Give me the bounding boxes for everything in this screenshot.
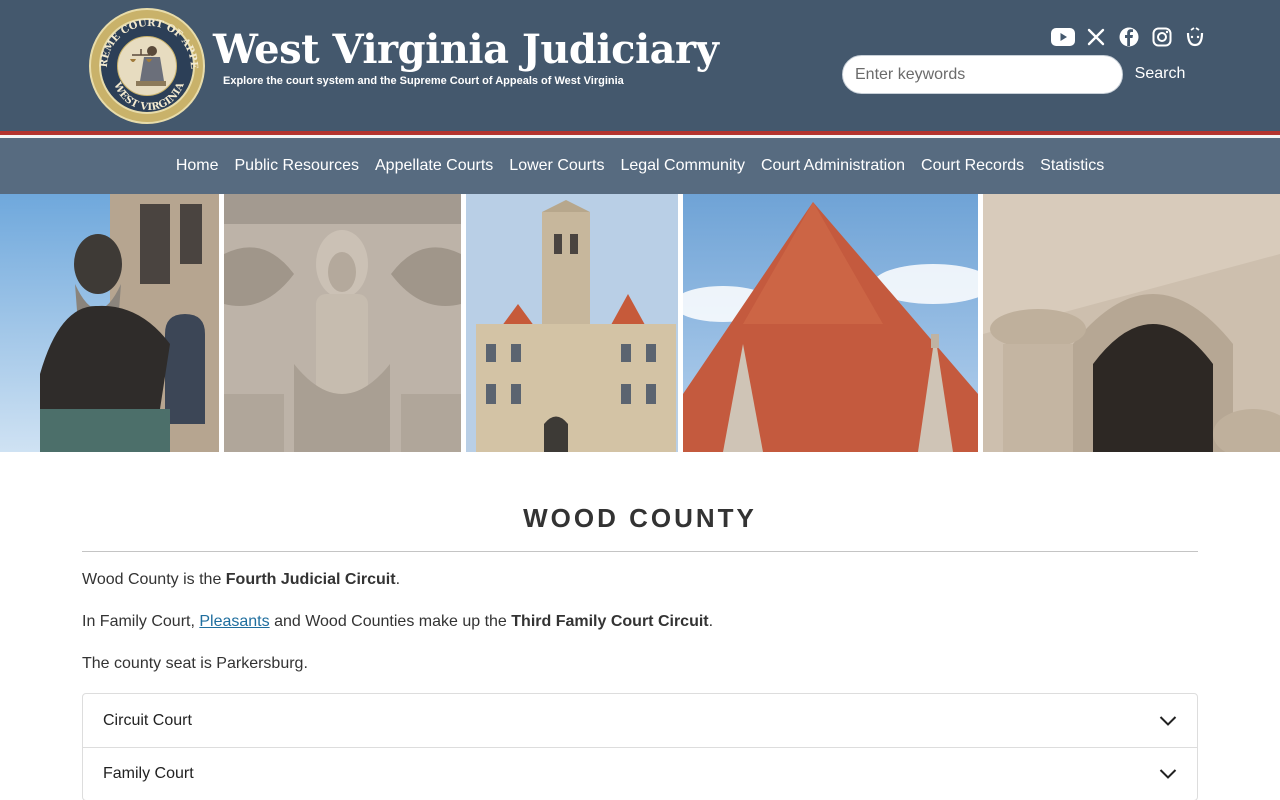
accordion-item-circuit-court[interactable]: Circuit Court bbox=[83, 694, 1197, 747]
svg-text:SUPREME COURT OF APPEALS: SUPREME COURT OF APPEALS bbox=[91, 10, 199, 70]
nav-item-court-records[interactable]: Court Records bbox=[921, 157, 1024, 175]
nav-item-appellate-courts[interactable]: Appellate Courts bbox=[375, 157, 493, 175]
title-divider bbox=[82, 551, 1198, 552]
banner-photo-roof bbox=[683, 194, 978, 452]
svg-text:WEST VIRGINIA: WEST VIRGINIA bbox=[111, 80, 187, 113]
instagram-icon[interactable] bbox=[1150, 26, 1174, 48]
social-links bbox=[1051, 26, 1207, 48]
banner-photo-courthouse bbox=[466, 194, 678, 452]
chevron-down-icon bbox=[1159, 715, 1177, 726]
nav-item-home[interactable]: Home bbox=[176, 157, 219, 175]
threads-icon[interactable] bbox=[1183, 26, 1207, 48]
facebook-icon[interactable] bbox=[1117, 26, 1141, 48]
nav-item-lower-courts[interactable]: Lower Courts bbox=[509, 157, 604, 175]
search-button[interactable]: Search bbox=[1128, 58, 1192, 90]
court-accordion: Circuit Court Family Court bbox=[82, 693, 1198, 800]
pleasants-county-link[interactable]: Pleasants bbox=[199, 613, 269, 630]
site-title[interactable]: West Virginia Judiciary bbox=[213, 26, 719, 73]
nav-item-legal-community[interactable]: Legal Community bbox=[620, 157, 745, 175]
supreme-court-seal-logo[interactable]: SUPREME COURT OF APPEALS WEST VIRGINIA bbox=[89, 8, 205, 124]
county-seat-paragraph: The county seat is Parkersburg. bbox=[82, 655, 308, 672]
chevron-down-icon bbox=[1159, 769, 1177, 779]
family-circuit-name: Third Family Court Circuit bbox=[511, 613, 709, 630]
search-input[interactable] bbox=[842, 55, 1123, 94]
banner-photo-bust bbox=[0, 194, 219, 452]
main-nav: Home Public Resources Appellate Courts L… bbox=[0, 138, 1280, 194]
nav-item-statistics[interactable]: Statistics bbox=[1040, 157, 1104, 175]
circuit-paragraph: Wood County is the Fourth Judicial Circu… bbox=[82, 571, 401, 588]
nav-item-public-resources[interactable]: Public Resources bbox=[235, 157, 360, 175]
x-icon[interactable] bbox=[1084, 26, 1108, 48]
seal-lettering: SUPREME COURT OF APPEALS WEST VIRGINIA bbox=[91, 10, 199, 113]
banner-photo-arch bbox=[983, 194, 1280, 452]
banner-photo-carving bbox=[224, 194, 461, 452]
page-title: WOOD COUNTY bbox=[523, 503, 757, 533]
site-header: SUPREME COURT OF APPEALS WEST VIRGINIA W… bbox=[0, 0, 1280, 131]
youtube-icon[interactable] bbox=[1051, 26, 1075, 48]
accordion-label: Circuit Court bbox=[103, 711, 192, 729]
nav-item-court-administration[interactable]: Court Administration bbox=[761, 157, 905, 175]
accordion-item-family-court[interactable]: Family Court bbox=[83, 747, 1197, 800]
hero-banner bbox=[0, 194, 1280, 452]
site-tagline: Explore the court system and the Supreme… bbox=[223, 75, 624, 87]
circuit-name: Fourth Judicial Circuit bbox=[225, 571, 396, 588]
family-court-paragraph: In Family Court, Pleasants and Wood Coun… bbox=[82, 613, 714, 630]
accordion-label: Family Court bbox=[103, 765, 194, 782]
